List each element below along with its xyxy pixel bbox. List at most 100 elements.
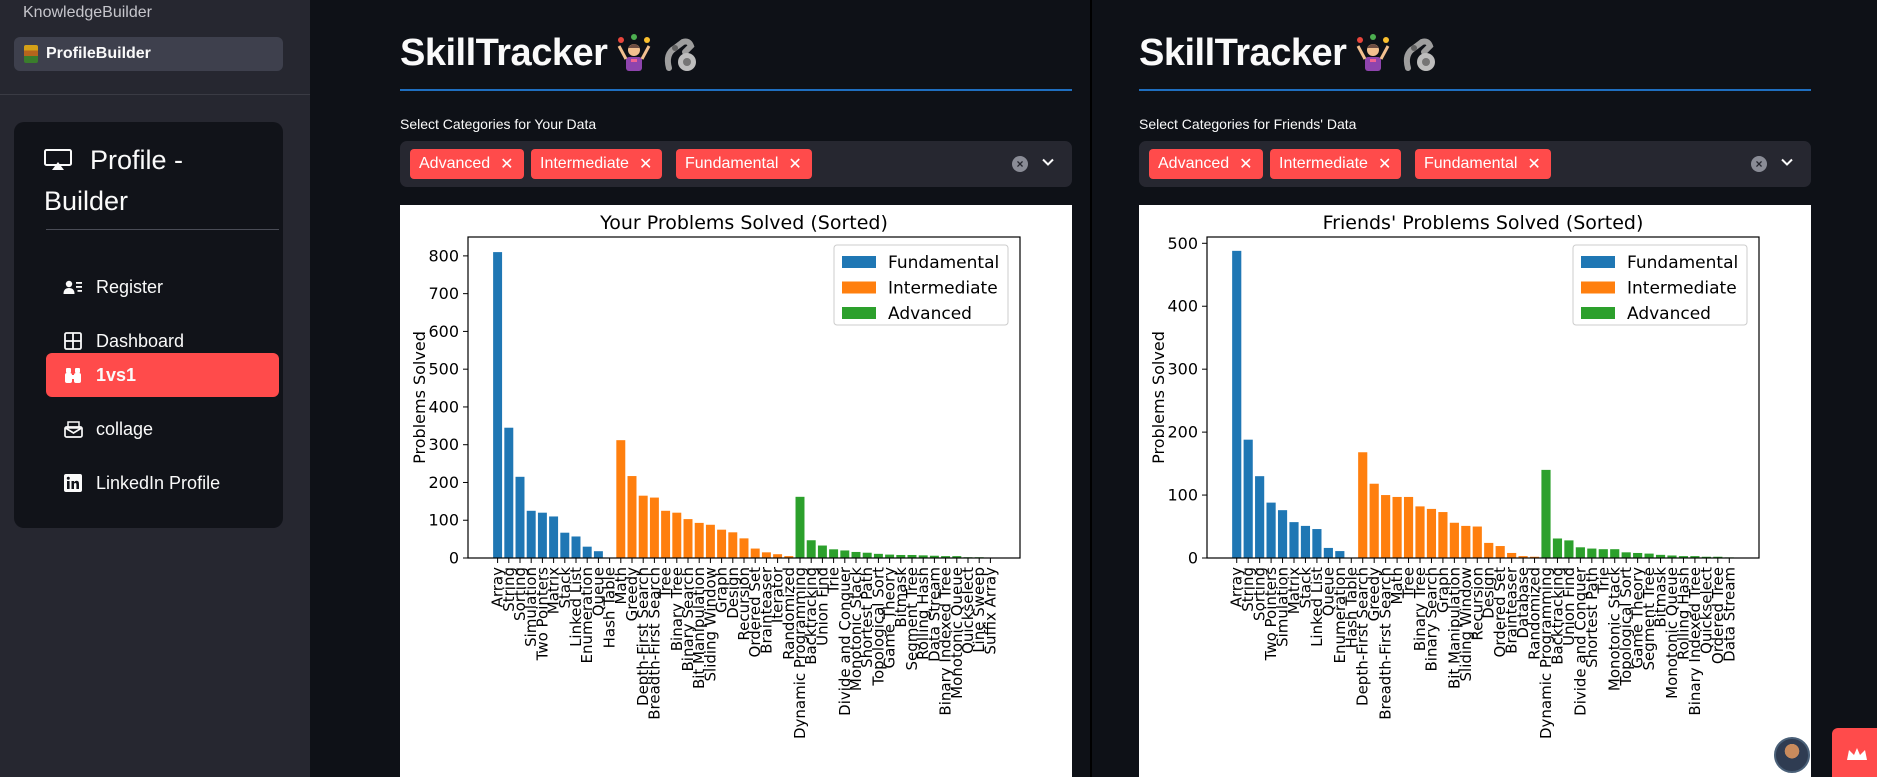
legend-label: Fundamental [1627, 253, 1738, 273]
bar-advanced [1587, 548, 1597, 558]
bar-fundamental [1300, 525, 1311, 558]
tag-fundamental: Fundamental ✕ [676, 149, 812, 179]
bar-intermediate [661, 510, 671, 558]
bar-intermediate [1495, 546, 1505, 558]
tag-advanced: Advanced ✕ [1149, 149, 1263, 179]
tag-label: Intermediate [1279, 155, 1368, 172]
bar-fundamental [493, 252, 503, 558]
clear-all-icon[interactable]: × [1751, 156, 1767, 172]
category-multiselect[interactable]: Advanced ✕ Intermediate ✕ Fundamental ✕ × [1139, 141, 1811, 187]
clear-all-icon[interactable]: × [1012, 156, 1028, 172]
x-tick-label: Suffix Array [981, 567, 999, 655]
legend-swatch [1581, 256, 1615, 268]
y-tick-label: 500 [428, 360, 459, 379]
mechanical-arm-emoji-icon [1400, 34, 1440, 74]
bar-advanced [873, 553, 883, 558]
select-label: Select Categories for Your Data [400, 116, 597, 132]
title-text: SkillTracker [400, 32, 608, 74]
bar-intermediate [1507, 552, 1517, 558]
bar-intermediate [638, 495, 648, 558]
bar-intermediate [1381, 495, 1391, 558]
sidebar-divider [0, 94, 310, 95]
menu-item-1vs1[interactable]: 1vs1 [46, 353, 279, 397]
page-title: SkillTracker [400, 32, 701, 75]
tag-intermediate: Intermediate ✕ [531, 149, 663, 179]
bar-advanced [1621, 552, 1631, 558]
legend-label: Intermediate [1627, 279, 1737, 299]
y-tick-label: 300 [1167, 360, 1198, 379]
streamlit-badge-button[interactable] [1832, 728, 1877, 777]
tag-label: Advanced [1158, 155, 1230, 172]
bar-intermediate [1449, 522, 1459, 558]
category-multiselect[interactable]: Advanced ✕ Intermediate ✕ Fundamental ✕ × [400, 141, 1072, 187]
bar-fundamental [582, 546, 592, 558]
remove-tag-icon[interactable]: ✕ [500, 154, 513, 174]
y-tick-label: 400 [428, 397, 459, 416]
y-tick-label: 100 [1167, 486, 1198, 505]
menu-item-register[interactable]: Register [46, 265, 279, 309]
chart-title: Friends' Problems Solved (Sorted) [1323, 212, 1644, 234]
bar-intermediate [694, 522, 704, 558]
bar-advanced [1598, 549, 1608, 558]
menu-item-label: Register [96, 276, 164, 297]
chevron-down-icon[interactable] [1780, 155, 1794, 169]
y-tick-label: 400 [1167, 297, 1198, 316]
bar-advanced [1575, 547, 1585, 558]
remove-tag-icon[interactable]: ✕ [1239, 154, 1252, 174]
menu-divider [46, 229, 279, 230]
bar-advanced [806, 540, 816, 558]
bar-intermediate [739, 538, 749, 558]
bar-fundamental [526, 510, 536, 558]
bar-intermediate [761, 552, 771, 558]
legend-swatch [1581, 281, 1615, 294]
bar-intermediate [616, 440, 626, 558]
bar-intermediate [728, 532, 738, 558]
bar-fundamental [1323, 547, 1333, 558]
bar-intermediate [717, 529, 727, 558]
bar-advanced [829, 549, 839, 558]
bar-fundamental [537, 512, 547, 558]
bar-advanced [1541, 469, 1551, 558]
remove-tag-icon[interactable]: ✕ [639, 154, 652, 174]
bar-fundamental [1335, 551, 1345, 558]
panel-friends-data: SkillTracker Select Categories for Frien… [1139, 0, 1811, 777]
y-tick-label: 0 [449, 549, 459, 568]
bar-advanced [840, 550, 850, 558]
y-tick-label: 200 [1167, 423, 1198, 442]
bar-advanced [817, 545, 827, 558]
app-link-profilebuilder[interactable]: ProfileBuilder [14, 37, 283, 71]
person-lines-icon [63, 277, 83, 297]
bar-intermediate [627, 476, 637, 558]
remove-tag-icon[interactable]: ✕ [1527, 154, 1540, 174]
bar-chart-svg: Your Problems Solved (Sorted)ArrayString… [410, 212, 1021, 739]
bar-intermediate [683, 519, 693, 558]
chart-friends-problems: Friends' Problems Solved (Sorted) Array St… [1139, 205, 1811, 777]
menu-item-label: LinkedIn Profile [96, 472, 221, 493]
legend-swatch [1581, 307, 1615, 319]
bar-fundamental [593, 551, 603, 558]
menu-item-label: collage [96, 418, 154, 439]
bar-fundamental [515, 476, 525, 558]
y-tick-label: 700 [428, 284, 459, 303]
app-root: KnowledgeBuilder ProfileBuilder Profile … [0, 0, 1877, 777]
legend-swatch [842, 307, 876, 319]
airplay-icon [44, 149, 72, 170]
x-tick-label: Data Stream [1720, 567, 1738, 662]
avatar[interactable] [1774, 737, 1810, 773]
app-link-knowledgebuilder[interactable]: KnowledgeBuilder [14, 0, 283, 30]
y-axis-label: Problems Solved [1149, 331, 1168, 464]
legend-swatch [842, 256, 876, 268]
menu-item-linkedin-profile[interactable]: LinkedIn Profile [46, 461, 279, 505]
legend-label: Advanced [1627, 304, 1711, 324]
menu-item-label: 1vs1 [96, 364, 137, 385]
tag-intermediate: Intermediate ✕ [1270, 149, 1402, 179]
tag-label: Intermediate [540, 155, 629, 172]
tag-label: Fundamental [1424, 155, 1518, 172]
menu-item-collage[interactable]: collage [46, 407, 279, 451]
y-tick-label: 300 [428, 435, 459, 454]
remove-tag-icon[interactable]: ✕ [1378, 154, 1391, 174]
remove-tag-icon[interactable]: ✕ [788, 154, 801, 174]
chevron-down-icon[interactable] [1041, 155, 1055, 169]
bar-fundamental [1289, 522, 1299, 558]
menu-title: Profile - Builder [44, 140, 269, 222]
